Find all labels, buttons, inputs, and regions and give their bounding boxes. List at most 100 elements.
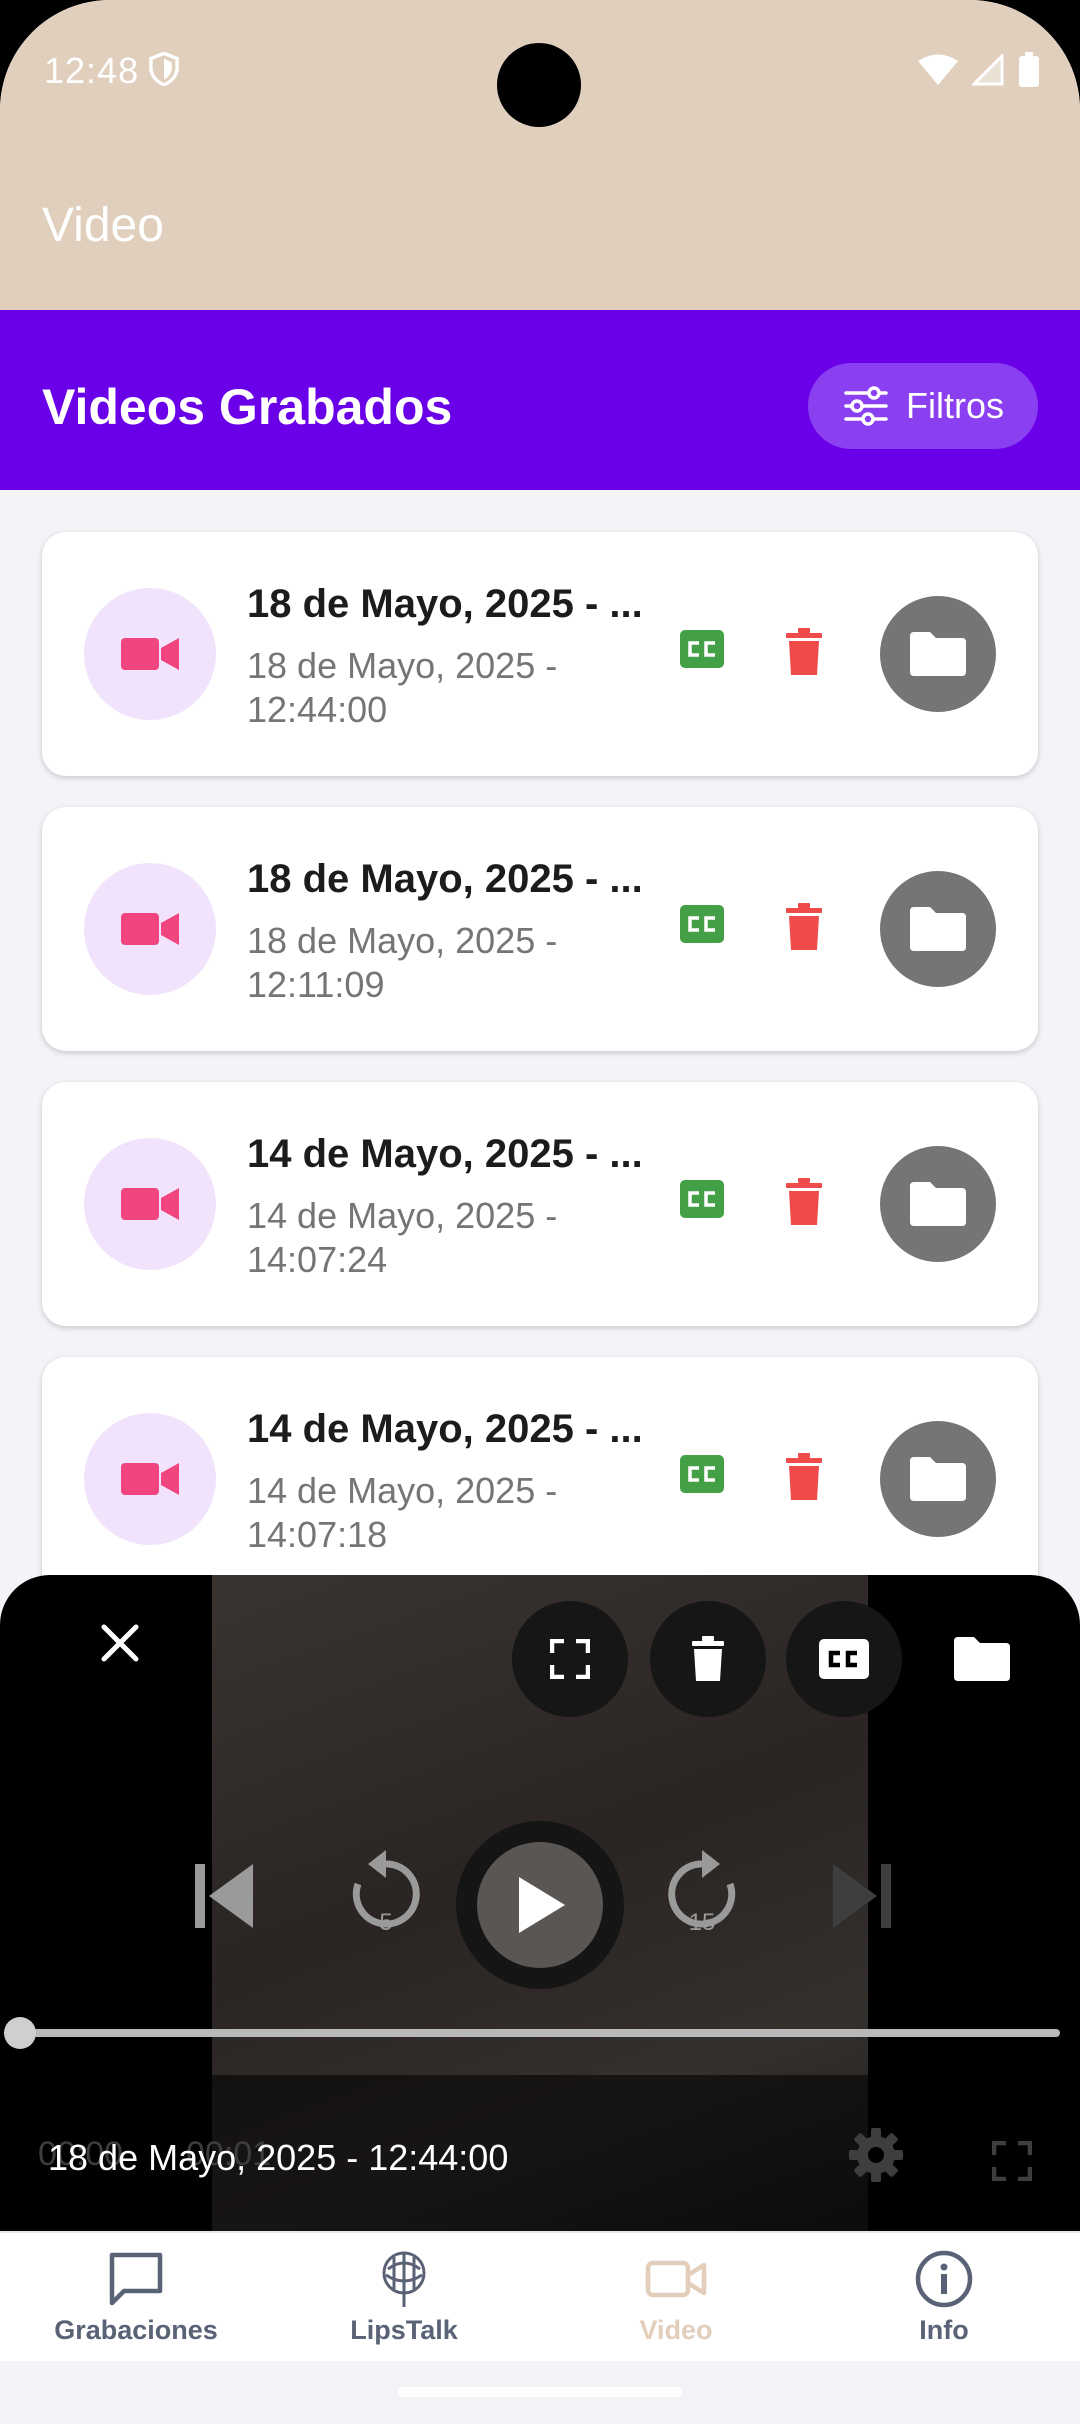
video-card[interactable]: 18 de Mayo, 2025 - ... 18 de Mayo, 2025 … [42,532,1038,776]
battery-icon [1019,52,1039,87]
close-player-button[interactable] [72,1595,168,1691]
video-timestamp: 14 de Mayo, 2025 - 14:07:24 [247,1194,607,1282]
open-folder-button[interactable] [880,1146,996,1262]
video-time: 14:07:18 [247,1514,388,1555]
close-icon [101,1624,139,1662]
play-button[interactable] [456,1821,624,1989]
open-folder-button[interactable] [880,596,996,712]
folder-icon [910,632,966,676]
subtitles-button[interactable] [680,630,724,668]
nav-label: Grabaciones [54,2315,218,2345]
delete-button[interactable] [786,628,822,681]
folder-icon [910,1182,966,1226]
bottom-navigation: Grabaciones LipsTalk Video Info [0,2231,1080,2361]
video-camera-icon [645,2260,707,2298]
folder-icon [910,907,966,951]
videos-header: Videos Grabados Filtros [0,310,1080,490]
video-thumbnail [84,863,216,995]
trash-icon [786,903,822,950]
info-icon [915,2250,973,2308]
nav-item-info[interactable]: Info [824,2249,1064,2346]
status-icons [918,52,1040,88]
player-fullscreen-button[interactable] [976,2125,1048,2197]
progress-thumb[interactable] [4,2017,36,2049]
video-card[interactable]: 14 de Mayo, 2025 - ... 14 de Mayo, 2025 … [42,1082,1038,1326]
fullscreen-button[interactable] [512,1601,628,1717]
play-icon [519,1877,565,1933]
nav-item-video[interactable]: Video [556,2249,796,2346]
video-title: 18 de Mayo, 2025 - ... [247,857,643,901]
nav-label: Video [639,2315,713,2345]
video-title: 18 de Mayo, 2025 - ... [247,582,643,626]
video-timestamp: 14 de Mayo, 2025 - 14:07:18 [247,1469,607,1557]
shield-icon [148,51,180,91]
home-indicator[interactable] [398,2387,682,2397]
nav-item-lipstalk[interactable]: LipsTalk [284,2249,524,2346]
nav-label: LipsTalk [350,2315,458,2345]
filter-sliders-icon [844,386,888,426]
subtitles-button[interactable] [680,905,724,943]
filter-button[interactable]: Filtros [808,363,1038,449]
closed-captions-icon [688,641,715,657]
previous-button[interactable] [168,1841,278,1951]
subtitles-button[interactable] [680,1180,724,1218]
progress-track[interactable] [20,2029,1060,2037]
signal-icon [972,54,1004,86]
trash-icon [786,1178,822,1225]
video-thumbnail [84,1413,216,1545]
fullscreen-icon [550,1639,590,1679]
delete-video-button[interactable] [650,1601,766,1717]
page-title: Videos Grabados [42,379,453,435]
video-player[interactable]: 5 15 00:00 00:01 18 de Mayo, 2025 - 12:4… [0,1575,1080,2231]
video-date: 18 de Mayo, 2025 - [247,645,558,686]
video-time: 14:07:24 [247,1239,388,1280]
video-time: 12:11:09 [247,964,385,1005]
video-camera-icon [121,638,179,670]
video-timestamp: 18 de Mayo, 2025 - 12:44:00 [247,644,607,732]
camera-cutout [497,43,581,127]
nav-label: Info [919,2315,969,2345]
video-date: 18 de Mayo, 2025 - [247,920,558,961]
video-title: 14 de Mayo, 2025 - ... [247,1407,643,1451]
trash-icon [786,628,822,675]
subtitles-button[interactable] [680,1455,724,1493]
delete-button[interactable] [786,903,822,956]
trash-icon [786,1453,822,1500]
status-time: 12:48 [44,50,140,91]
delete-button[interactable] [786,1178,822,1231]
forward-button[interactable]: 15 [638,1831,766,1959]
open-folder-button[interactable] [924,1601,1040,1717]
fullscreen-icon [992,2141,1032,2181]
video-camera-icon [121,1463,179,1495]
app-screen: 12:48 Video Videos Grabados Filtros 18 d… [0,0,1080,2424]
skip-previous-icon [195,1864,253,1928]
filter-label: Filtros [906,385,1004,426]
settings-button[interactable] [840,2119,912,2191]
rewind-button[interactable]: 5 [322,1831,450,1959]
subtitles-button[interactable] [786,1601,902,1717]
open-folder-button[interactable] [880,871,996,987]
folder-icon [954,1637,1010,1681]
video-camera-icon [121,913,179,945]
lipstalk-logo-icon [382,2251,426,2307]
skip-next-icon [833,1864,891,1928]
trash-icon [692,1636,724,1681]
top-app-bar: 12:48 Video [0,0,1080,310]
video-camera-icon [121,1188,179,1220]
video-card[interactable]: 18 de Mayo, 2025 - ... 18 de Mayo, 2025 … [42,807,1038,1051]
rewind-seconds: 5 [379,1909,393,1936]
open-folder-button[interactable] [880,1421,996,1537]
video-thumbnail [84,1138,216,1270]
forward-seconds: 15 [688,1909,716,1936]
video-card[interactable]: 14 de Mayo, 2025 - ... 14 de Mayo, 2025 … [42,1357,1038,1601]
video-timestamp: 18 de Mayo, 2025 - 12:11:09 [247,919,607,1007]
delete-button[interactable] [786,1453,822,1506]
video-time: 12:44:00 [247,689,388,730]
next-button[interactable] [808,1841,918,1951]
closed-captions-icon [688,1466,715,1482]
player-caption: 18 de Mayo, 2025 - 12:44:00 [48,2137,509,2178]
app-title: Video [42,199,164,252]
chat-bubble-icon [109,2252,163,2306]
closed-captions-icon [688,916,715,932]
nav-item-grabaciones[interactable]: Grabaciones [16,2249,256,2346]
